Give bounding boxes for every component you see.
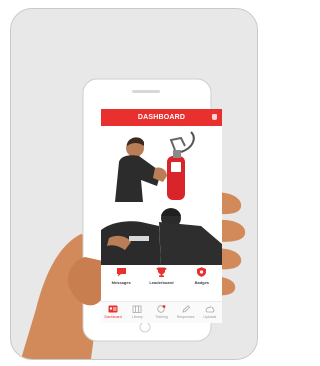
hero-illustration bbox=[101, 126, 222, 265]
badges-button[interactable]: Badges bbox=[184, 267, 220, 299]
tab-responses-label: Responses bbox=[176, 315, 195, 319]
cloud-upload-icon bbox=[205, 306, 215, 313]
tab-training[interactable]: Training bbox=[150, 302, 172, 323]
badge-shield-icon bbox=[197, 267, 207, 277]
tab-uploads[interactable]: Uploads bbox=[199, 302, 221, 323]
tab-dashboard-label: Dashboard bbox=[104, 315, 122, 319]
dashboard-title: DASHBOARD bbox=[137, 114, 186, 121]
quick-actions: Messages Leaderboard Badges bbox=[101, 267, 222, 299]
phone-screen: DASHBOARD Messages Leaderboard Badges Da… bbox=[101, 109, 222, 323]
trophy-icon bbox=[156, 267, 167, 277]
tab-responses[interactable]: Responses bbox=[175, 302, 197, 323]
tab-library-label: Library bbox=[131, 315, 143, 319]
app-header: DASHBOARD bbox=[101, 109, 222, 126]
training-icon bbox=[157, 305, 166, 313]
fire-extinguisher-training-image bbox=[101, 131, 222, 265]
tab-dashboard[interactable]: Dashboard bbox=[102, 302, 124, 323]
chat-bubble-icon bbox=[116, 268, 126, 277]
leaderboard-label: Leaderboard bbox=[149, 280, 174, 285]
illustration-card: DASHBOARD Messages Leaderboard Badges Da… bbox=[10, 8, 258, 360]
leaderboard-button[interactable]: Leaderboard bbox=[143, 267, 179, 299]
tab-library[interactable]: Library bbox=[126, 302, 148, 323]
id-card-icon bbox=[108, 305, 118, 313]
messages-button[interactable]: Messages bbox=[103, 267, 139, 299]
messages-label: Messages bbox=[111, 280, 131, 285]
tab-uploads-label: Uploads bbox=[203, 315, 217, 319]
notification-icon[interactable] bbox=[212, 114, 217, 120]
pen-icon bbox=[182, 305, 190, 313]
badges-label: Badges bbox=[194, 280, 210, 285]
tab-training-label: Training bbox=[155, 315, 168, 319]
library-icon bbox=[132, 305, 142, 313]
bottom-tab-bar: Dashboard Library Training Responses Upl… bbox=[101, 301, 222, 323]
